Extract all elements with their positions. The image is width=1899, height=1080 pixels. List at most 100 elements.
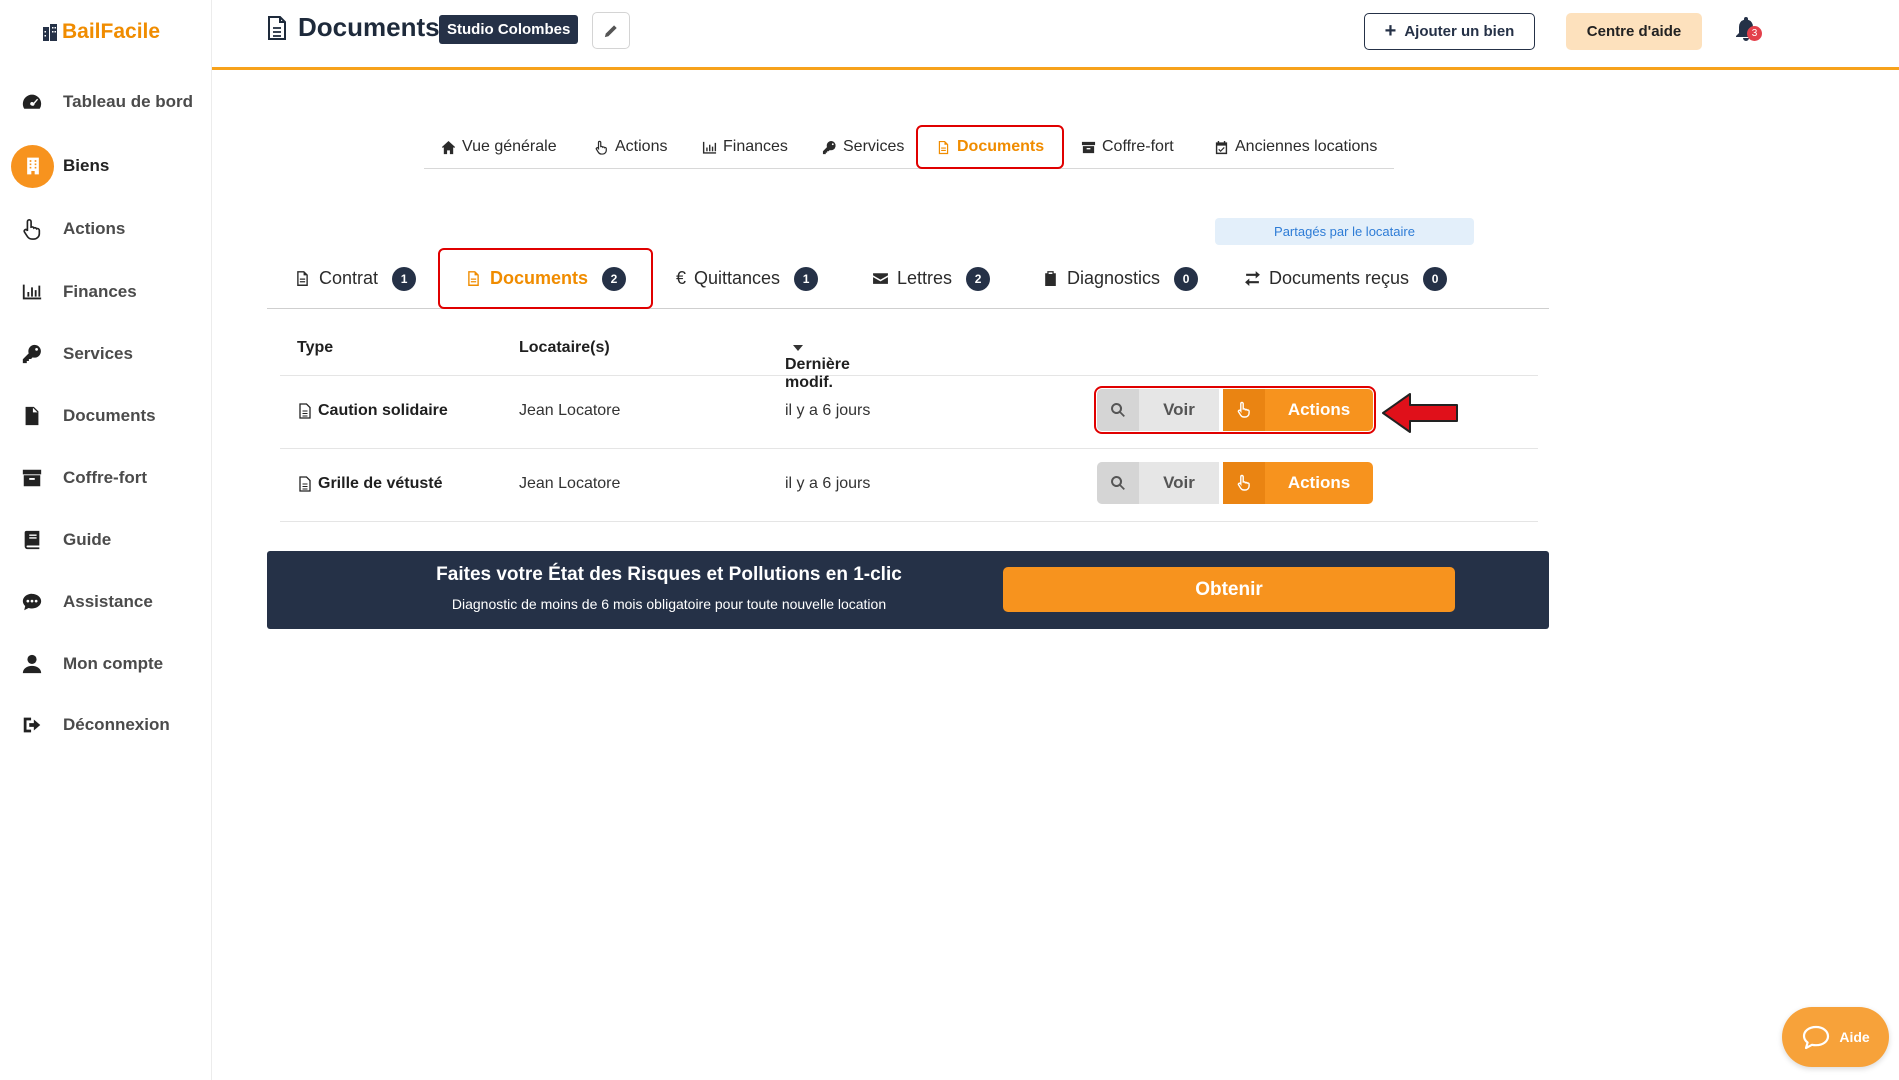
sidebar-item-services[interactable]: Services [0,330,212,378]
last-modified: il y a 6 jours [785,402,871,419]
subtab-label: Quittances [694,268,781,288]
document-icon [468,271,479,286]
sidebar-item-finances[interactable]: Finances [0,268,212,316]
chat-icon [20,590,44,614]
logo-text: BailFacile [62,20,161,43]
sidebar-item-coffre-fort[interactable]: Coffre-fort [0,454,212,502]
subtab-diagnostics[interactable]: Diagnostics 0 [1042,248,1199,309]
subtab-label: Documents reçus [1269,268,1410,288]
subtab-quittances[interactable]: € Quittances 1 [676,248,819,309]
help-center-button[interactable]: Centre d'aide [1566,13,1702,50]
shared-by-tenant-label[interactable]: Partagés par le locataire [1215,218,1474,245]
dashboard-icon [20,90,44,114]
archive-icon [1081,141,1096,153]
sidebar: BailFacile Tableau de bord Biens Actions… [0,0,212,1080]
tab-label: Finances [723,138,788,155]
sidebar-item-dashboard[interactable]: Tableau de bord [0,78,212,126]
property-tabs: Vue générale Actions Finances Services D… [424,125,1394,169]
subtab-contrat[interactable]: Contrat 1 [294,248,417,309]
tab-vue-generale[interactable]: Vue générale [441,127,557,167]
property-badge: Studio Colombes [439,15,579,44]
view-button[interactable]: Voir [1097,462,1219,504]
page-title-text: Documents [298,12,440,42]
app-logo[interactable]: BailFacile [42,20,160,44]
home-icon [441,140,456,154]
last-modified: il y a 6 jours [785,475,871,492]
tab-documents[interactable]: Documents [916,125,1065,169]
sidebar-item-label: Déconnexion [63,715,170,734]
count-badge: 2 [966,266,991,291]
sidebar-item-mon-compte[interactable]: Mon compte [0,640,212,688]
sidebar-item-documents[interactable]: Documents [0,392,212,440]
tab-services[interactable]: Services [822,127,904,167]
sidebar-item-label: Services [63,344,133,363]
building-icon [11,144,54,188]
tab-anciennes-locations[interactable]: Anciennes locations [1214,127,1377,167]
document-icon [20,404,44,428]
document-type: Caution solidaire [298,402,448,420]
tab-actions[interactable]: Actions [594,127,667,167]
tab-label: Services [843,138,905,155]
page-title: Documents [266,12,440,43]
tab-label: Anciennes locations [1235,138,1378,155]
tab-label: Vue générale [462,138,557,155]
document-type: Grille de vétusté [298,475,443,493]
banner-subtitle: Diagnostic de moins de 6 mois obligatoir… [451,596,887,612]
documents-table: Type Locataire(s) Dernière modif. Cautio… [280,322,1538,522]
actions-button-label: Actions [1287,400,1351,419]
search-icon [1097,389,1139,431]
column-header-modified[interactable]: Dernière modif. [785,339,850,391]
notification-count-badge: 3 [1747,26,1762,41]
key-icon [822,140,836,154]
tab-finances[interactable]: Finances [702,127,788,167]
sidebar-item-guide[interactable]: Guide [0,516,212,564]
subtab-documents-recus[interactable]: Documents reçus 0 [1244,248,1448,309]
document-icon [938,140,949,154]
table-row: Caution solidaire Jean Locatore il y a 6… [280,376,1538,449]
sidebar-item-biens[interactable]: Biens [0,142,212,190]
user-icon [20,652,44,676]
obtain-button[interactable]: Obtenir [1003,567,1455,612]
count-badge: 2 [602,266,627,291]
search-icon [1097,462,1139,504]
subtab-label: Documents [490,268,589,288]
plus-icon: + [1384,19,1397,42]
tab-coffre-fort[interactable]: Coffre-fort [1081,127,1174,167]
edit-property-button[interactable] [592,12,630,49]
row-button-group: Voir Actions [1094,386,1376,434]
building-logo-icon [43,24,57,41]
notifications-button[interactable]: 3 [1734,16,1762,46]
tab-label: Documents [957,138,1045,155]
document-icon [299,476,311,492]
tenant-name: Jean Locatore [519,475,621,492]
help-chat-button[interactable]: Aide [1782,1007,1889,1067]
pointer-hand-icon [1223,389,1265,431]
actions-button[interactable]: Actions [1223,462,1373,504]
actions-button[interactable]: Actions [1223,389,1373,431]
sidebar-item-label: Finances [63,282,137,301]
sidebar-item-assistance[interactable]: Assistance [0,578,212,626]
tab-label: Coffre-fort [1102,138,1174,155]
pencil-icon [604,24,617,37]
add-property-button[interactable]: + Ajouter un bien [1364,13,1535,50]
top-header: Documents Studio Colombes + Ajouter un b… [212,0,1899,70]
exchange-icon [1245,271,1260,286]
document-icon [268,15,286,40]
count-badge: 1 [794,266,819,291]
count-badge: 0 [1174,266,1199,291]
actions-button-label: Actions [1287,473,1351,492]
sidebar-item-label: Biens [63,156,110,175]
book-icon [20,528,44,552]
view-button[interactable]: Voir [1097,389,1219,431]
sidebar-item-label: Assistance [63,592,153,611]
pointer-hand-icon [20,217,44,241]
sidebar-item-actions[interactable]: Actions [0,205,212,253]
sidebar-item-deconnexion[interactable]: Déconnexion [0,701,212,749]
subtab-documents[interactable]: Documents 2 [438,248,654,309]
document-icon [297,271,308,286]
count-badge: 1 [392,266,417,291]
calendar-icon [1215,140,1228,154]
subtab-lettres[interactable]: Lettres 2 [872,248,991,309]
erp-promo-banner: Faites votre État des Risques et Polluti… [267,551,1549,629]
euro-icon: € [676,268,687,288]
